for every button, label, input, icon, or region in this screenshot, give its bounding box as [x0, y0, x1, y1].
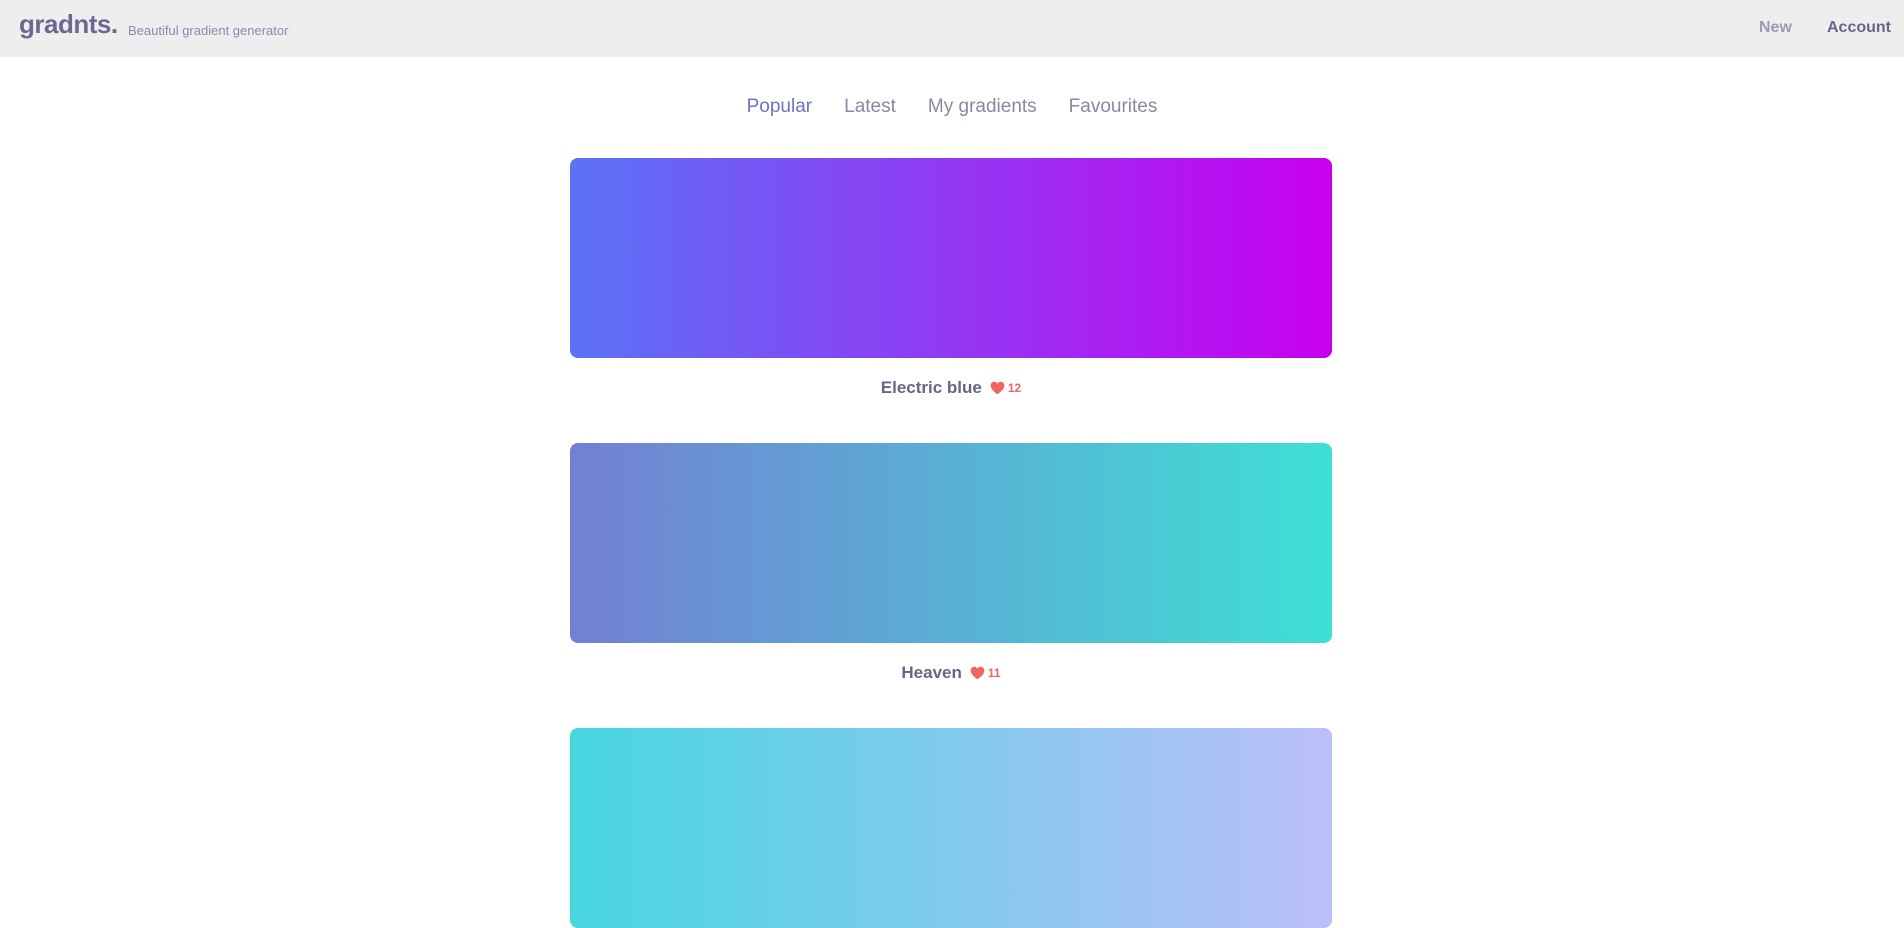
gradient-swatch[interactable]	[570, 728, 1332, 928]
tab-latest[interactable]: Latest	[844, 96, 896, 118]
tagline: Beautiful gradient generator	[128, 23, 289, 38]
heart-icon[interactable]	[970, 666, 985, 680]
logo[interactable]: gradnts.	[19, 9, 118, 40]
tab-bar: Popular Latest My gradients Favourites	[0, 96, 1904, 118]
gradient-caption: Heaven 11	[570, 663, 1332, 683]
like-count: 11	[987, 666, 1001, 680]
heart-icon[interactable]	[990, 381, 1005, 395]
gradient-card: Electric blue 12	[570, 158, 1332, 398]
gradient-name[interactable]: Electric blue	[881, 378, 982, 398]
gradient-card	[570, 728, 1332, 928]
like-count: 12	[1007, 381, 1022, 395]
top-bar: gradnts. Beautiful gradient generator Ne…	[0, 0, 1904, 57]
gradient-swatch[interactable]	[570, 158, 1332, 358]
new-link[interactable]: New	[1759, 19, 1792, 37]
gradient-swatch[interactable]	[570, 443, 1332, 643]
tab-my-gradients[interactable]: My gradients	[928, 96, 1037, 118]
gradient-caption: Electric blue 12	[570, 378, 1332, 398]
tab-favourites[interactable]: Favourites	[1069, 96, 1158, 118]
gradient-card: Heaven 11	[570, 443, 1332, 683]
account-link[interactable]: Account	[1827, 19, 1891, 37]
gradient-name[interactable]: Heaven	[901, 663, 961, 683]
tab-popular[interactable]: Popular	[747, 96, 813, 118]
